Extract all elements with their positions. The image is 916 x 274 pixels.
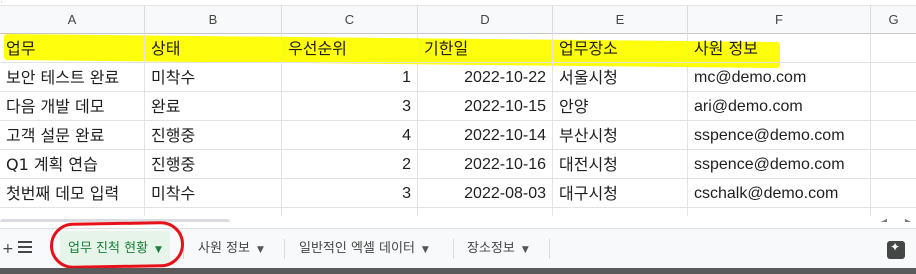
email-cell[interactable]: mc@demo.com	[688, 63, 871, 92]
explore-icon[interactable]	[887, 240, 905, 259]
tab-label: 사원 정보	[198, 241, 250, 256]
list-icon[interactable]	[18, 241, 32, 255]
header-cell-location[interactable]: 업무장소	[553, 34, 688, 63]
plus-icon[interactable]: +	[2, 229, 14, 269]
table-row: 다음 개발 데모 완료 3 2022-10-15 안양 ari@demo.com	[0, 92, 916, 121]
empty-cell[interactable]	[871, 150, 916, 179]
tab-divider	[453, 239, 454, 259]
status-cell[interactable]: 진행중	[145, 121, 282, 150]
spreadsheet-grid[interactable]: A B C D E F G 업무 상태 우선순위 기한일 업무장소 사원 정보 …	[0, 6, 916, 222]
empty-cell[interactable]	[871, 121, 916, 150]
empty-cell[interactable]	[871, 92, 916, 121]
priority-cell[interactable]: 4	[282, 121, 418, 150]
due-date-cell[interactable]: 2022-08-03	[418, 179, 553, 208]
status-cell[interactable]: 완료	[145, 92, 282, 121]
table-row: 고객 설문 완료 진행중 4 2022-10-14 부산시청 sspence@d…	[0, 121, 916, 150]
column-header-e[interactable]: E	[553, 6, 688, 34]
column-header-f[interactable]: F	[688, 6, 871, 34]
status-cell[interactable]: 진행중	[145, 150, 282, 179]
tab-divider	[549, 239, 550, 259]
location-cell[interactable]: 부산시청	[553, 121, 688, 150]
priority-cell[interactable]: 2	[282, 150, 418, 179]
column-header-a[interactable]: A	[0, 6, 145, 34]
status-cell[interactable]: 미착수	[145, 63, 282, 92]
task-cell[interactable]: 고객 설문 완료	[0, 121, 145, 150]
scroll-left-icon[interactable]: ◀	[878, 216, 890, 222]
header-cell-employee[interactable]: 사원 정보	[688, 34, 871, 63]
due-date-cell[interactable]: 2022-10-15	[418, 92, 553, 121]
tab-divider	[284, 239, 285, 259]
email-cell[interactable]: cschalk@demo.com	[688, 179, 871, 208]
column-header-c[interactable]: C	[282, 6, 418, 34]
column-header-b[interactable]: B	[145, 6, 282, 34]
priority-cell[interactable]: 1	[282, 63, 418, 92]
priority-cell[interactable]: 3	[282, 92, 418, 121]
window-bottom-edge	[0, 268, 916, 274]
caret-down-icon[interactable]: ▼	[522, 245, 529, 255]
location-cell[interactable]: 대전시청	[553, 150, 688, 179]
due-date-cell[interactable]: 2022-10-14	[418, 121, 553, 150]
tab-location-info[interactable]: 장소정보 ▼	[467, 229, 529, 269]
header-row: 업무 상태 우선순위 기한일 업무장소 사원 정보	[0, 34, 916, 63]
status-cell[interactable]: 미착수	[145, 179, 282, 208]
task-cell[interactable]: 보안 테스트 완료	[0, 63, 145, 92]
header-cell-due-date[interactable]: 기한일	[418, 34, 553, 63]
location-cell[interactable]: 안양	[553, 92, 688, 121]
email-cell[interactable]: sspence@demo.com	[688, 121, 871, 150]
tab-label: 장소정보	[467, 241, 515, 256]
header-cell-status[interactable]: 상태	[145, 34, 282, 63]
header-cell-task[interactable]: 업무	[0, 34, 145, 63]
table-row: 보안 테스트 완료 미착수 1 2022-10-22 서울시청 mc@demo.…	[0, 63, 916, 92]
column-header-row: A B C D E F G	[0, 6, 916, 34]
caret-down-icon[interactable]: ▼	[257, 245, 264, 255]
header-cell-priority[interactable]: 우선순위	[282, 34, 418, 63]
due-date-cell[interactable]: 2022-10-16	[418, 150, 553, 179]
tab-general-excel-data[interactable]: 일반적인 엑셀 데이터 ▼	[299, 229, 429, 269]
tab-label: 일반적인 엑셀 데이터	[299, 241, 415, 256]
email-cell[interactable]: ari@demo.com	[688, 92, 871, 121]
empty-cell[interactable]	[871, 179, 916, 208]
column-header-g[interactable]: G	[871, 6, 916, 34]
task-cell[interactable]: 첫번째 데모 입력	[0, 179, 145, 208]
task-cell[interactable]: Q1 계획 연습	[0, 150, 145, 179]
table-row: 첫번째 데모 입력 미착수 3 2022-08-03 대구시청 cschalk@…	[0, 179, 916, 208]
empty-cell[interactable]	[871, 34, 916, 63]
empty-cell[interactable]	[871, 63, 916, 92]
active-tab-annotation-circle	[49, 220, 185, 270]
tab-employee-info[interactable]: 사원 정보 ▼	[198, 229, 264, 269]
location-cell[interactable]: 서울시청	[553, 63, 688, 92]
location-cell[interactable]: 대구시청	[553, 179, 688, 208]
due-date-cell[interactable]: 2022-10-22	[418, 63, 553, 92]
scroll-right-icon[interactable]: ▶	[902, 216, 914, 222]
column-header-d[interactable]: D	[418, 6, 553, 34]
priority-cell[interactable]: 3	[282, 179, 418, 208]
caret-down-icon[interactable]: ▼	[422, 245, 429, 255]
task-cell[interactable]: 다음 개발 데모	[0, 92, 145, 121]
table-row: Q1 계획 연습 진행중 2 2022-10-16 대전시청 sspence@d…	[0, 150, 916, 179]
email-cell[interactable]: sspence@demo.com	[688, 150, 871, 179]
